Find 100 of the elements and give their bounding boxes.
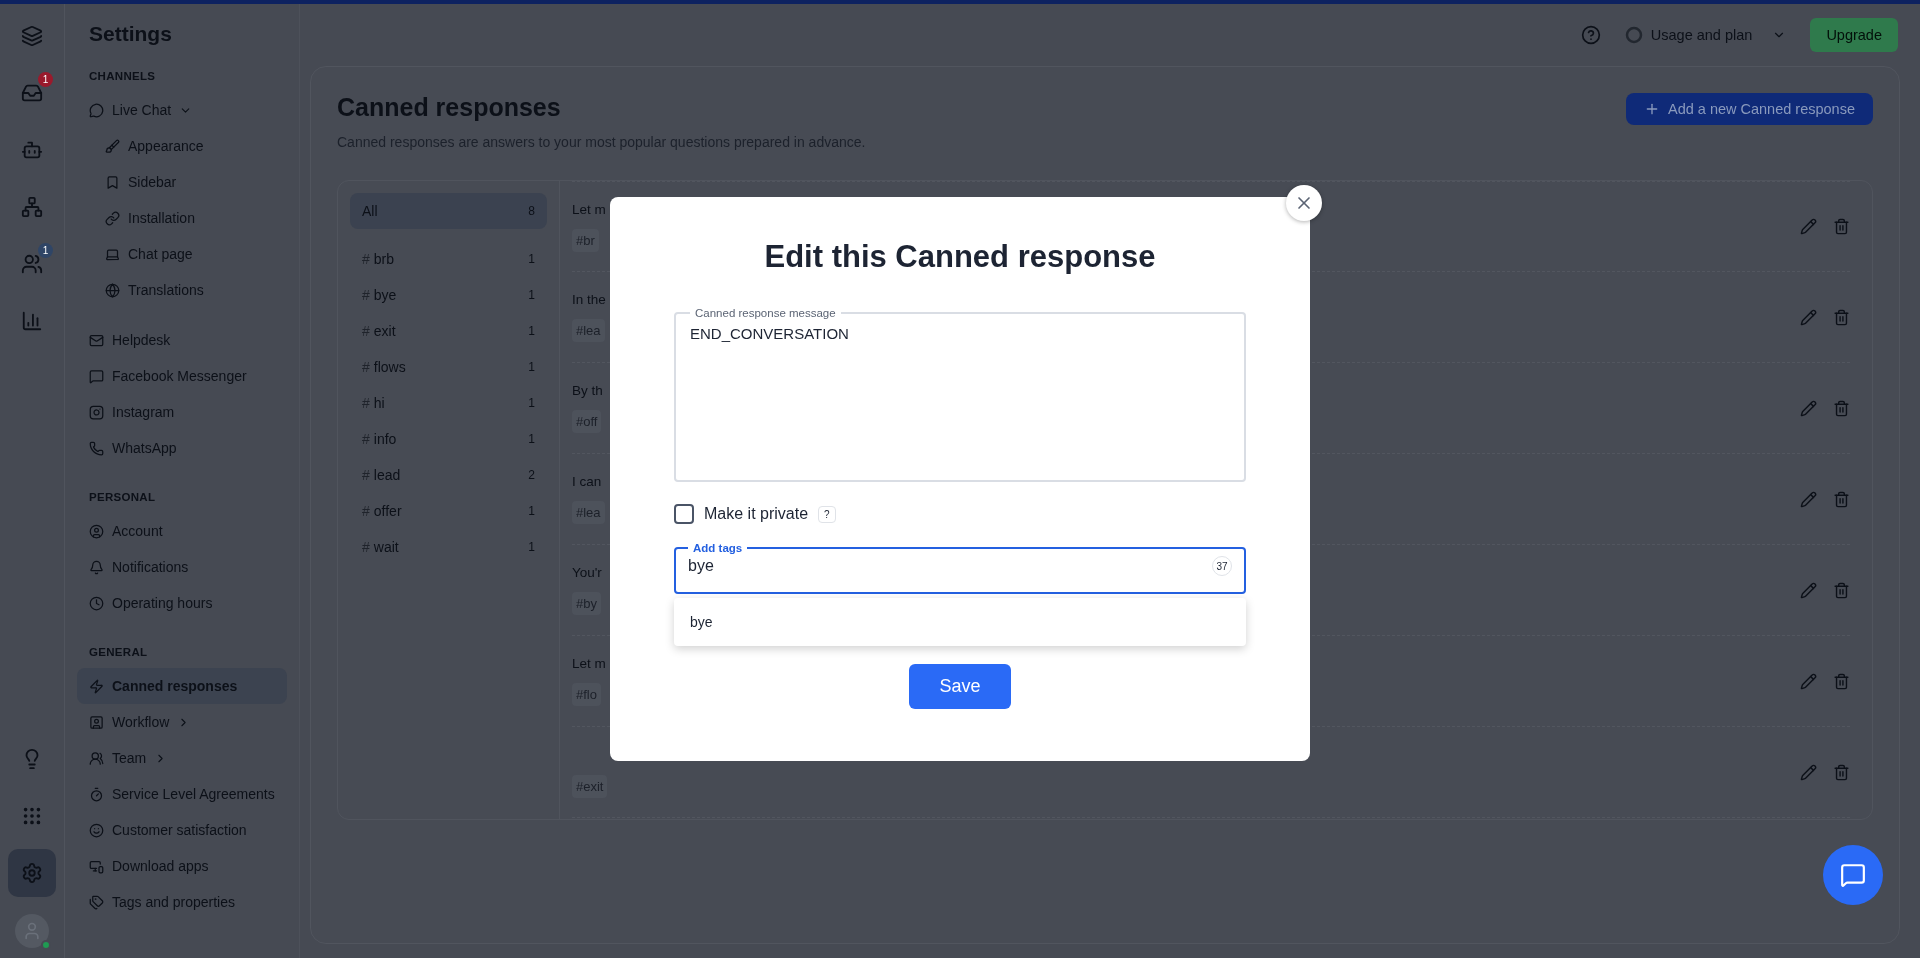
sidebar-item-icon [89,368,104,384]
suggestion-option[interactable]: bye [674,604,1246,640]
sidebar-item[interactable]: Sidebar [77,164,287,200]
sidebar-item[interactable]: Facebook Messenger [77,358,287,394]
ring-icon [1624,26,1643,44]
edit-icon[interactable] [1800,581,1817,599]
sidebar-item-icon [89,750,104,766]
delete-icon[interactable] [1833,672,1850,690]
edit-icon[interactable] [1800,490,1817,508]
edit-icon[interactable] [1800,763,1817,781]
sidebar-item-icon [89,523,104,539]
rail-icon [21,310,43,332]
tag-filter[interactable]: # flows 1 [350,349,547,385]
sidebar-item[interactable]: Translations [77,272,287,308]
response-text: By th [572,383,603,398]
sidebar-title: Settings [89,22,173,46]
tags-field[interactable]: Add tags bye 37 [674,542,1246,594]
settings-icon [21,862,43,884]
rail-icon [21,805,43,827]
sidebar-item[interactable]: Team [77,740,287,776]
sidebar-item[interactable]: WhatsApp [77,430,287,466]
sidebar-item[interactable]: Canned responses [77,668,287,704]
sidebar-item[interactable]: Live Chat [77,92,287,128]
sidebar-item[interactable]: Instagram [77,394,287,430]
sidebar-item[interactable]: Download apps [77,848,287,884]
dialog-title: Edit this Canned response [763,239,1157,275]
sidebar-item[interactable]: Workflow [77,704,287,740]
sidebar-item-icon [89,332,104,348]
rail-icon [21,253,43,275]
sidebar-item[interactable]: Appearance [77,128,287,164]
sidebar-item[interactable]: Tags and properties [77,884,287,920]
edit-icon[interactable] [1800,308,1817,326]
sidebar-item[interactable]: Operating hours [77,585,287,621]
save-button[interactable]: Save [909,664,1011,709]
response-text: You'r [572,565,602,580]
delete-icon[interactable] [1833,218,1850,235]
message-field[interactable]: Canned response message END_CONVERSATION [674,307,1246,482]
sidebar-item-icon [105,210,120,226]
sidebar-item-icon [89,678,104,694]
sidebar-item-icon [89,894,104,910]
delete-icon[interactable] [1833,763,1850,781]
page-title: Canned responses [337,93,562,122]
sidebar-item[interactable]: Customer satisfaction [77,812,287,848]
count-badge: 1 [38,243,53,258]
rail-icon [21,82,43,104]
response-text: Let m [572,201,606,217]
upgrade-button[interactable]: Upgrade [1810,18,1898,52]
tag-filter[interactable]: # exit 1 [350,313,547,349]
edit-icon[interactable] [1800,218,1817,235]
sidebar-item-icon [105,174,120,190]
rail-icon [21,139,43,161]
help-badge[interactable]: ? [818,505,836,523]
avatar[interactable] [15,914,49,948]
section-heading: GENERAL [89,646,149,658]
delete-icon[interactable] [1833,581,1850,599]
rail-button[interactable]: 1 [8,240,56,288]
delete-icon[interactable] [1833,490,1850,508]
sidebar-item[interactable]: Notifications [77,549,287,585]
response-text: Let m [572,656,606,671]
sidebar-item-icon [89,559,104,575]
tag-filter[interactable]: # brb 1 [350,241,547,277]
sidebar-item-icon [89,102,104,118]
delete-icon[interactable] [1833,308,1850,326]
sidebar-item-icon [89,786,104,802]
sidebar-item[interactable]: Service Level Agreements [77,776,287,812]
sidebar-item-icon [89,440,104,456]
sidebar-item[interactable]: Chat page [77,236,287,272]
rail-icon [21,196,43,218]
rail-button[interactable]: 1 [8,69,56,117]
tag-filter[interactable]: # wait 1 [350,529,547,565]
rail-icon [21,25,43,47]
sidebar-item-icon [89,595,104,611]
sidebar-item-icon [89,858,104,874]
sidebar-item-icon [89,822,104,838]
delete-icon[interactable] [1833,399,1850,417]
private-checkbox[interactable] [674,504,694,524]
tag-filter[interactable]: # bye 1 [350,277,547,313]
person-silhouette-icon [22,921,42,941]
sidebar-item-icon [105,246,120,262]
sidebar-item[interactable]: Account [77,513,287,549]
tag-filter[interactable]: # info 1 [350,421,547,457]
chat-bubble-icon [1840,862,1866,888]
tag-filter[interactable]: All 8 [350,193,547,229]
rail-button[interactable] [8,849,56,897]
sidebar-item-icon [105,282,120,298]
response-text: In the [572,292,606,307]
edit-icon[interactable] [1800,399,1817,417]
help-icon[interactable] [1580,25,1601,45]
add-response-button[interactable]: Add a new Canned response [1625,93,1873,125]
tag-filter[interactable]: # lead 2 [350,457,547,493]
section-heading: CHANNELS [89,70,157,82]
count-badge: 1 [38,72,53,87]
edit-icon[interactable] [1800,672,1817,690]
sidebar-item-icon [89,714,104,730]
sidebar-item[interactable]: Helpdesk [77,322,287,358]
tag-filter[interactable]: # hi 1 [350,385,547,421]
sidebar-item-icon [89,404,104,420]
usage-plan-menu[interactable]: Usage and plan [1618,25,1793,45]
tag-filter[interactable]: # offer 1 [350,493,547,529]
sidebar-item[interactable]: Installation [77,200,287,236]
